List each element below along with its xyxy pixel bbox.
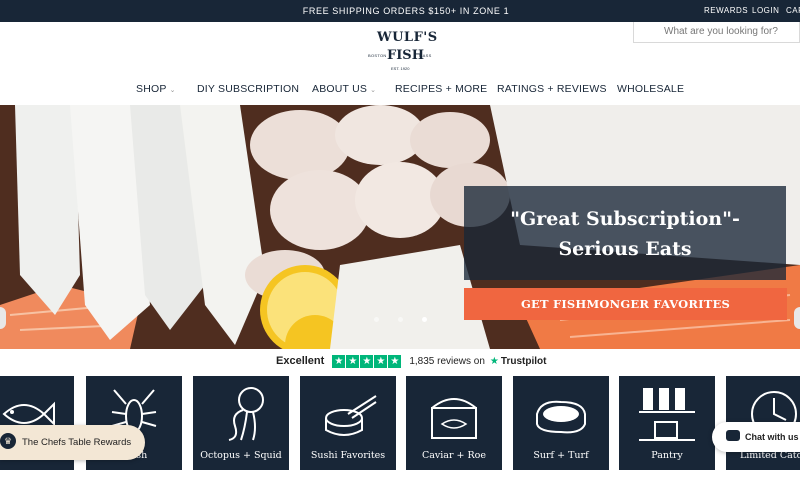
carousel-dot-3-active[interactable]: [422, 317, 427, 322]
pantry-shelf-icon: [639, 388, 695, 441]
chefs-table-rewards-widget[interactable]: ♛ The Chefs Table Rewards: [0, 425, 145, 460]
hero-quote-line1: "Great Subscription"-: [510, 208, 740, 230]
rewards-link[interactable]: REWARDS: [704, 6, 748, 15]
hero-quote-box: "Great Subscription"- Serious Eats: [464, 186, 786, 280]
logo-est: EST. 1920: [391, 66, 410, 71]
star-icon: ★: [374, 354, 388, 368]
star-icon: ★: [332, 354, 346, 368]
carousel-dot-1[interactable]: [374, 317, 379, 322]
category-tile-sushi[interactable]: Sushi Favorites: [300, 376, 396, 470]
chevron-down-icon: ⌄: [169, 87, 176, 94]
rewards-label: The Chefs Table Rewards: [22, 437, 132, 448]
nav-ratings-reviews[interactable]: RATINGS + REVIEWS: [497, 83, 607, 95]
trustpilot-brand: Trustpilot: [500, 355, 547, 367]
free-shipping-promo: FREE SHIPPING ORDERS $150+ IN ZONE 1: [302, 6, 510, 16]
nav-wholesale[interactable]: WHOLESALE: [617, 83, 684, 95]
login-link[interactable]: LOGIN: [752, 6, 779, 15]
star-icon: ★: [360, 354, 374, 368]
chat-widget-button[interactable]: Chat with us: [712, 422, 800, 452]
announcement-bar: FREE SHIPPING ORDERS $150+ IN ZONE 1 REW…: [0, 0, 800, 22]
category-tile-surf-turf[interactable]: Surf + Turf: [513, 376, 609, 470]
chevron-down-icon: ⌄: [370, 87, 377, 94]
cart-link[interactable]: CART: [786, 6, 800, 15]
category-tile-caviar-roe[interactable]: Caviar + Roe: [406, 376, 502, 470]
trustpilot-rating-word: Excellent: [276, 355, 325, 367]
hero-next-button[interactable]: [794, 307, 800, 329]
trustpilot-star-icon: ★: [489, 355, 499, 367]
star-icon: ★: [388, 354, 402, 368]
caviar-tin-icon: [431, 398, 477, 439]
category-label: Surf + Turf: [533, 450, 589, 461]
chat-bubble-icon: [726, 430, 740, 441]
rewards-badge-icon: ♛: [0, 433, 16, 449]
trustpilot-widget[interactable]: Excellent ★ ★ ★ ★ ★ 1,835 reviews on ★ T…: [276, 354, 546, 368]
trustpilot-stars: ★ ★ ★ ★ ★: [332, 354, 402, 368]
nav-about-us[interactable]: ABOUT US ⌄: [312, 83, 376, 95]
logo-left: BOSTON: [368, 53, 387, 58]
category-label: Caviar + Roe: [421, 450, 487, 461]
hero-prev-button[interactable]: [0, 307, 6, 329]
category-tile-pantry[interactable]: Pantry: [619, 376, 715, 470]
star-icon: ★: [346, 354, 360, 368]
carousel-dot-2[interactable]: [398, 317, 403, 322]
nav-diy-subscription[interactable]: DIY SUBSCRIPTION: [197, 83, 299, 95]
nav-shop-label: SHOP: [136, 83, 167, 95]
get-fishmonger-favorites-button[interactable]: GET FISHMONGER FAVORITES: [464, 288, 787, 320]
nav-about-label: ABOUT US: [312, 83, 368, 95]
logo-line1: WULF'S: [377, 30, 438, 45]
trustpilot-review-count: 1,835 reviews on: [409, 355, 485, 367]
hero-quote-line2: Serious Eats: [558, 238, 692, 260]
steak-icon: [536, 400, 586, 434]
category-label: Pantry: [651, 450, 683, 461]
wulfs-fish-logo[interactable]: WULF'S BOSTON FISH MASS EST. 1920: [360, 28, 440, 76]
chat-label: Chat with us: [745, 432, 799, 442]
sushi-icon: [325, 395, 377, 436]
nav-shop[interactable]: SHOP ⌄: [136, 83, 176, 95]
search-input[interactable]: What are you looking for?: [633, 22, 800, 43]
logo-right: MASS: [419, 53, 432, 58]
category-label: Sushi Favorites: [310, 450, 386, 461]
octopus-icon: [228, 387, 264, 441]
nav-recipes[interactable]: RECIPES + MORE: [395, 83, 487, 95]
category-label: Octopus + Squid: [200, 450, 282, 461]
category-tile-octopus-squid[interactable]: Octopus + Squid: [193, 376, 289, 470]
